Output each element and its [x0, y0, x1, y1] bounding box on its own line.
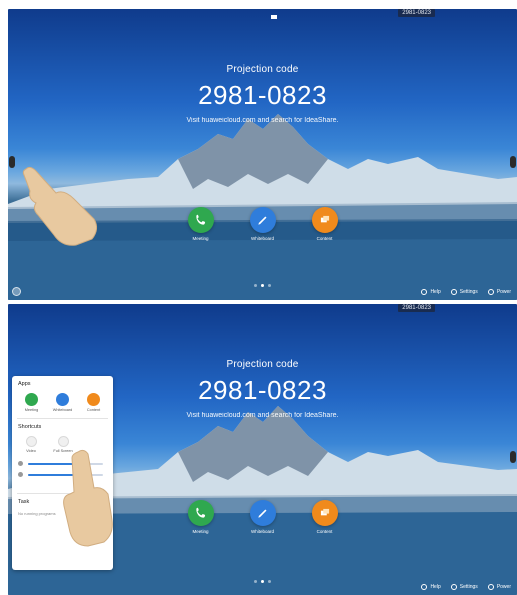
files-icon	[311, 207, 338, 233]
hand-gesture-icon	[22, 166, 98, 246]
files-icon	[311, 500, 338, 526]
power-button[interactable]: Power	[487, 584, 511, 590]
whiteboard-app[interactable]: Whiteboard	[241, 207, 285, 241]
right-edge-tab[interactable]	[510, 156, 516, 168]
meeting-label: Meeting	[192, 529, 209, 534]
hand-gesture-icon	[63, 449, 113, 547]
video-icon	[25, 436, 37, 447]
power-button[interactable]: Power	[487, 289, 511, 295]
help-icon	[421, 289, 428, 295]
files-icon	[87, 393, 100, 406]
power-icon	[487, 289, 494, 295]
shortcut-video[interactable]: Video	[20, 436, 42, 453]
settings-button[interactable]: Settings	[450, 584, 478, 590]
meeting-label: Meeting	[192, 236, 209, 241]
whiteboard-label: Whiteboard	[250, 236, 274, 241]
power-icon	[487, 584, 494, 590]
home-corner-button[interactable]	[12, 287, 21, 296]
gear-icon	[450, 584, 457, 590]
top-handle[interactable]	[271, 15, 277, 19]
projection-code-chip: 2981-0823	[398, 9, 435, 17]
bottom-bar: Help Settings Power	[421, 584, 511, 590]
phone-icon	[187, 500, 214, 526]
left-edge-tab[interactable]	[9, 156, 15, 168]
pen-icon	[249, 500, 276, 526]
bottom-bar: Help Settings Power	[421, 289, 511, 295]
panel-whiteboard-app[interactable]: Whiteboard	[49, 393, 77, 412]
mountain-landscape	[8, 114, 517, 300]
panel-content-app[interactable]: Content	[80, 393, 108, 412]
phone-icon	[187, 207, 214, 233]
settings-button[interactable]: Settings	[450, 289, 478, 295]
pen-icon	[56, 393, 69, 406]
projection-title: Projection code	[226, 64, 299, 75]
shortcuts-section-title: Shortcuts	[18, 424, 42, 430]
content-app[interactable]: Content	[303, 207, 347, 241]
projection-code: 2981-0823	[198, 80, 327, 110]
content-app[interactable]: Content	[303, 500, 347, 534]
content-label: Content	[316, 236, 333, 241]
pen-icon	[249, 207, 276, 233]
meeting-app[interactable]: Meeting	[179, 500, 223, 534]
whiteboard-app[interactable]: Whiteboard	[241, 500, 285, 534]
projection-code-block: Projection code 2981-0823 Visit huaweicl…	[8, 64, 517, 124]
meeting-app[interactable]: Meeting	[179, 207, 223, 241]
apps-section-title: Apps	[18, 381, 31, 387]
help-icon	[421, 584, 428, 590]
fullscreen-icon	[57, 436, 69, 447]
volume-icon	[18, 472, 23, 477]
right-edge-tab[interactable]	[510, 451, 516, 463]
projection-hint: Visit huaweicloud.com and search for Ide…	[186, 117, 339, 124]
projection-title: Projection code	[226, 359, 299, 370]
panel-meeting-app[interactable]: Meeting	[18, 393, 46, 412]
whiteboard-label: Whiteboard	[250, 529, 274, 534]
gear-icon	[450, 289, 457, 295]
panel-apps: Meeting Whiteboard Content	[12, 389, 113, 418]
help-button[interactable]: Help	[421, 289, 441, 295]
content-label: Content	[316, 529, 333, 534]
home-screen-top: 2981-0823 Projection code 2981-0823 Visi…	[8, 9, 517, 300]
projection-code-chip: 2981-0823	[398, 304, 435, 312]
help-button[interactable]: Help	[421, 584, 441, 590]
brightness-icon	[18, 461, 23, 466]
phone-icon	[25, 393, 38, 406]
